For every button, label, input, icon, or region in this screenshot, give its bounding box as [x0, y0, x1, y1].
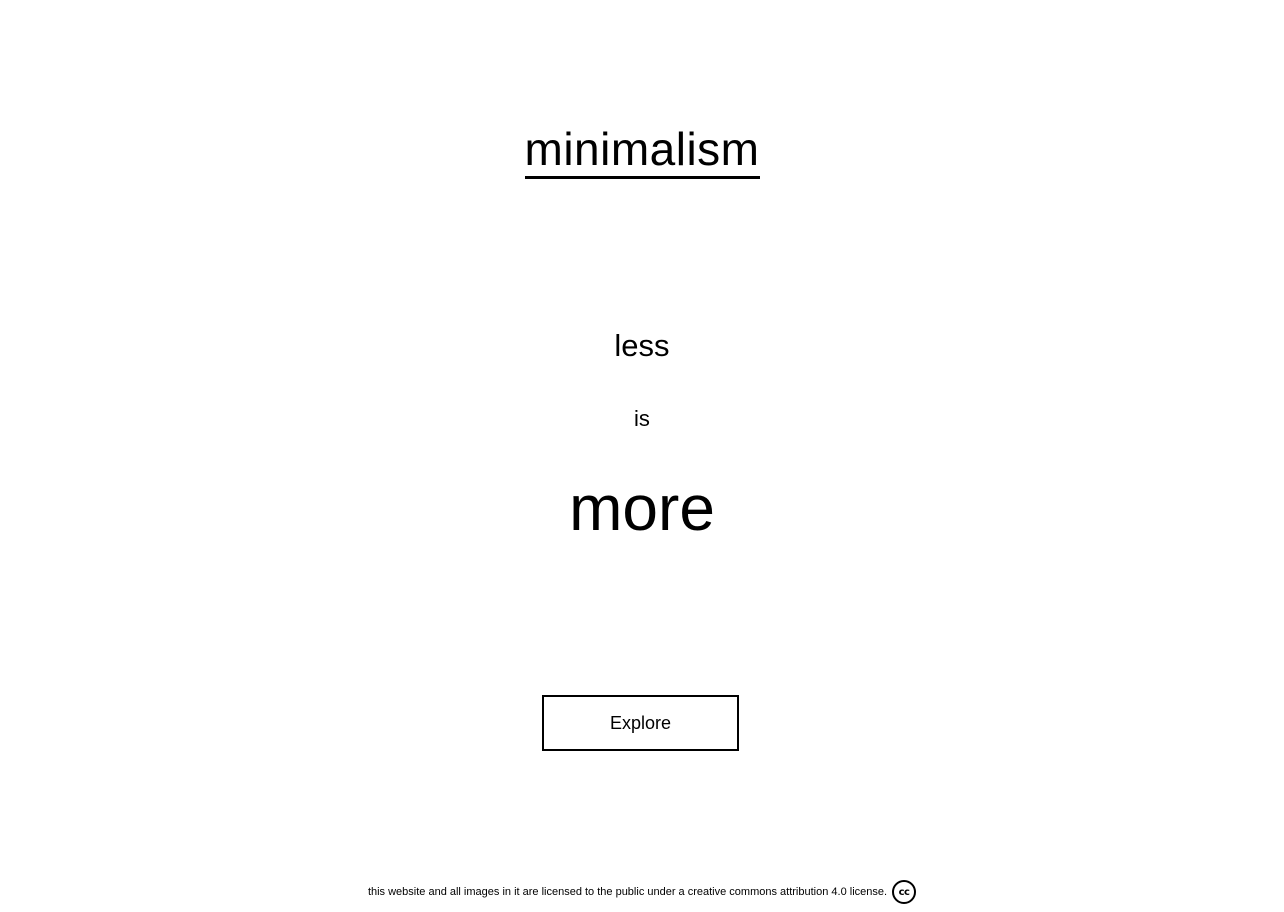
hero-word-is: is [634, 406, 650, 431]
license-text: this website and all images in it are li… [367, 886, 888, 898]
site-title-link[interactable]: minimalism [524, 122, 760, 179]
explore-container: Explore [542, 695, 739, 751]
hero-word-more: more [569, 472, 715, 544]
explore-button[interactable]: Explore [542, 695, 739, 751]
hero-word-less: less [614, 328, 670, 363]
footer: this website and all images in it are li… [0, 880, 1284, 904]
site-header: minimalism [0, 122, 1284, 179]
cc-icon[interactable]: cc [892, 880, 917, 904]
